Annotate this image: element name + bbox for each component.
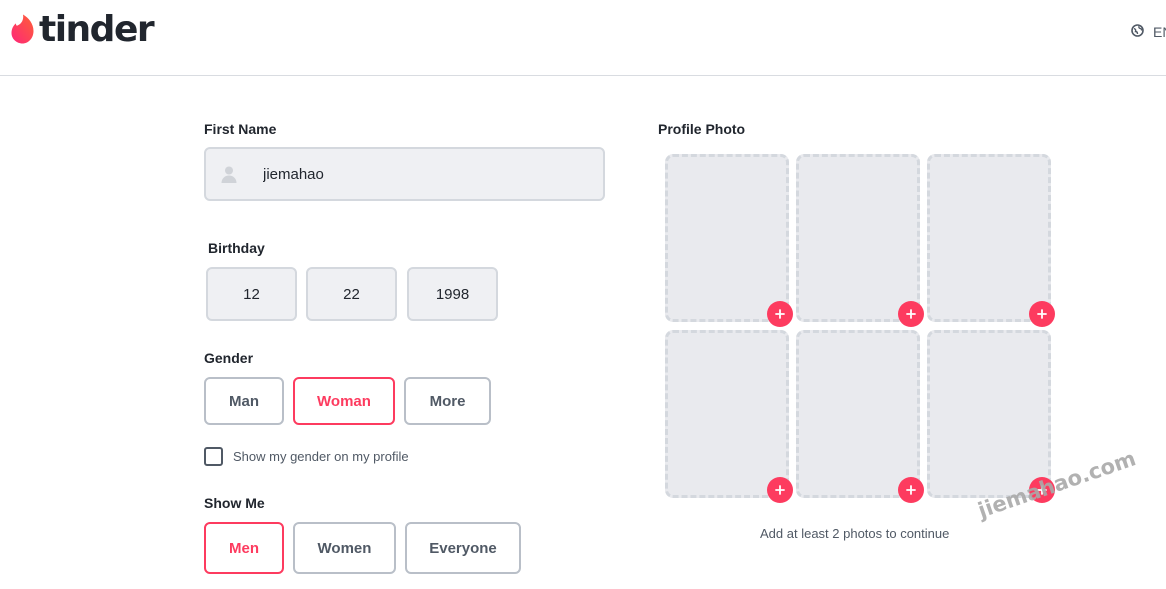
show-me-label: Show Me <box>204 495 265 511</box>
flame-icon <box>9 12 37 48</box>
birthday-year-input[interactable] <box>409 269 496 319</box>
birthday-month-input[interactable] <box>208 269 295 319</box>
show-gender-label: Show my gender on my profile <box>233 449 409 464</box>
first-name-field[interactable] <box>204 147 605 201</box>
plus-icon <box>906 309 916 319</box>
top-header: tinder EN <box>0 0 1166 76</box>
add-photo-button[interactable] <box>898 301 924 327</box>
birthday-year-field[interactable] <box>407 267 498 321</box>
user-icon <box>220 165 238 188</box>
add-photo-button[interactable] <box>1029 301 1055 327</box>
show-me-option-women[interactable]: Women <box>293 522 396 574</box>
add-photo-button[interactable] <box>767 301 793 327</box>
birthday-day-input[interactable] <box>308 269 395 319</box>
photo-slot[interactable] <box>665 330 789 498</box>
add-photo-button[interactable] <box>898 477 924 503</box>
show-me-option-everyone[interactable]: Everyone <box>405 522 521 574</box>
plus-icon <box>906 485 916 495</box>
plus-icon <box>775 485 785 495</box>
plus-icon <box>775 309 785 319</box>
photo-requirement-note: Add at least 2 photos to continue <box>760 526 950 541</box>
first-name-label: First Name <box>204 121 277 137</box>
tinder-logo[interactable]: tinder <box>9 9 155 50</box>
globe-icon <box>1131 24 1153 40</box>
photo-slot[interactable] <box>796 154 920 322</box>
language-selector[interactable]: EN <box>1131 24 1166 40</box>
first-name-input[interactable] <box>263 149 583 199</box>
profile-photo-label: Profile Photo <box>658 121 746 137</box>
show-gender-checkbox[interactable] <box>204 447 223 466</box>
add-photo-button[interactable] <box>767 477 793 503</box>
gender-option-woman[interactable]: Woman <box>293 377 395 425</box>
gender-label: Gender <box>204 350 254 366</box>
birthday-month-field[interactable] <box>206 267 297 321</box>
photo-slot[interactable] <box>796 330 920 498</box>
gender-option-man[interactable]: Man <box>204 377 284 425</box>
birthday-day-field[interactable] <box>306 267 397 321</box>
photo-slot[interactable] <box>665 154 789 322</box>
show-gender-checkbox-row[interactable]: Show my gender on my profile <box>204 447 409 466</box>
photo-slot[interactable] <box>927 154 1051 322</box>
birthday-label: Birthday <box>208 240 265 256</box>
gender-option-more[interactable]: More <box>404 377 491 425</box>
logo-text: tinder <box>39 9 155 50</box>
show-me-option-men[interactable]: Men <box>204 522 284 574</box>
photo-slot[interactable] <box>927 330 1051 498</box>
plus-icon <box>1037 309 1047 319</box>
language-label: EN <box>1153 24 1166 40</box>
